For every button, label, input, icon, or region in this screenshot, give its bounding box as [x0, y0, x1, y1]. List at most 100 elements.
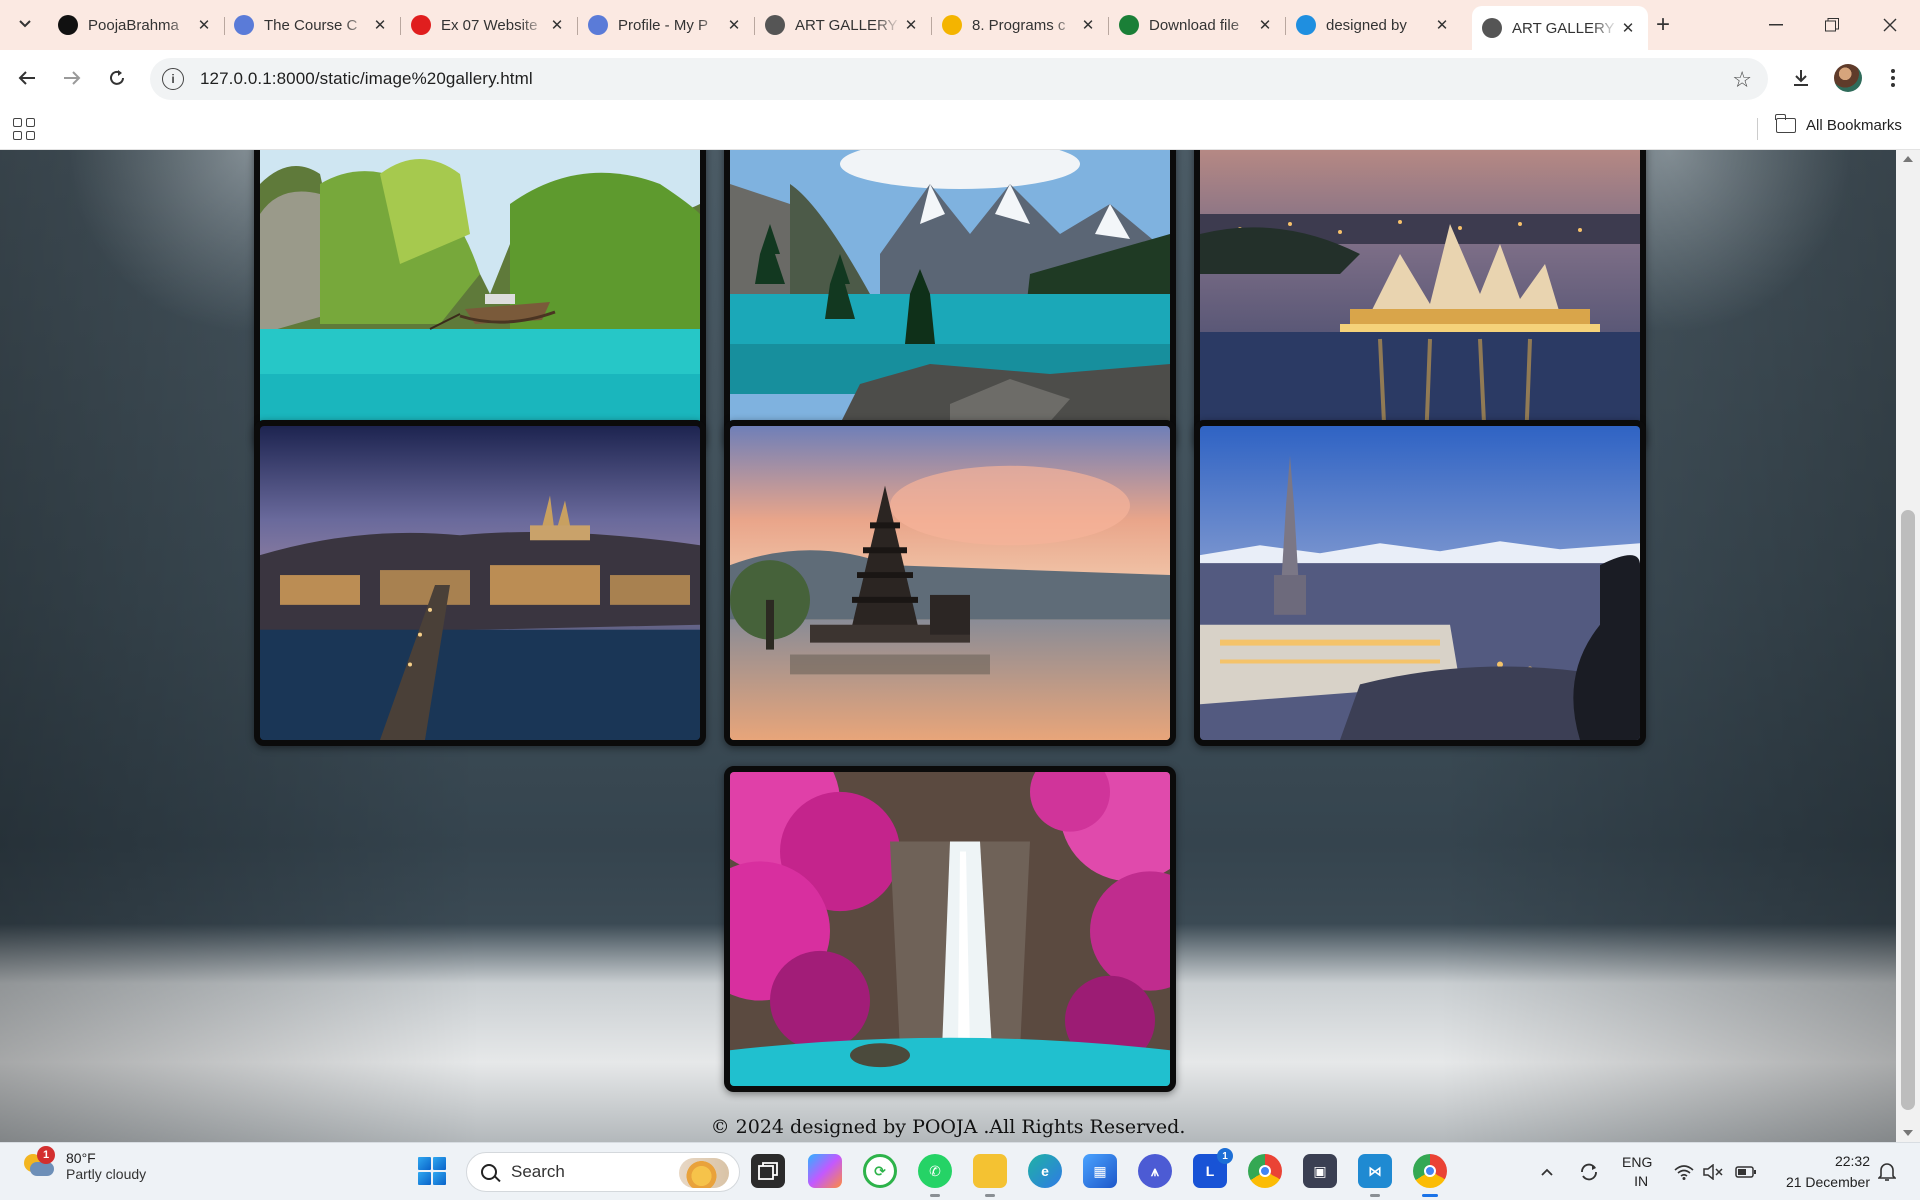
lawnchair-icon[interactable]: L1 — [1193, 1148, 1233, 1188]
gallery-image-erawan-waterfall-pink-trees[interactable] — [724, 766, 1176, 1092]
tab-title: Ex 07 Website — [441, 16, 538, 34]
scrollbar-thumb[interactable] — [1901, 510, 1915, 1110]
close-window-button[interactable] — [1862, 0, 1918, 50]
tab-5[interactable]: ART GALLERY ✕ — [755, 8, 932, 42]
vscode-icon[interactable]: ⋈ — [1358, 1154, 1392, 1197]
sync-icon[interactable] — [1578, 1143, 1600, 1200]
search-icon — [481, 1164, 497, 1180]
back-button[interactable] — [10, 61, 44, 95]
bookmarks-bar: All Bookmarks — [0, 108, 1920, 150]
task-view-icon[interactable] — [751, 1154, 785, 1188]
tab-7[interactable]: Download file ✕ — [1109, 8, 1286, 42]
forward-button[interactable] — [55, 61, 89, 95]
windows-start-button[interactable] — [418, 1157, 446, 1185]
all-bookmarks-label: All Bookmarks — [1806, 117, 1902, 134]
tab-close-icon[interactable]: ✕ — [1432, 15, 1452, 35]
copilot-icon[interactable] — [808, 1154, 842, 1188]
tab-3[interactable]: Ex 07 Website ✕ — [401, 8, 578, 42]
app-icon[interactable]: ▣ — [1303, 1154, 1337, 1188]
clock-time: 22:32 — [1834, 1153, 1870, 1169]
show-hidden-icons[interactable] — [1540, 1143, 1554, 1200]
tab-9[interactable]: ART GALLERY ✕ — [1472, 6, 1648, 50]
browser-toolbar: i 127.0.0.1:8000/static/image%20gallery.… — [0, 50, 1920, 108]
tab-title: ART GALLERY — [795, 16, 898, 34]
profile-avatar[interactable] — [1834, 64, 1862, 92]
microsoft-store-icon[interactable]: ▦ — [1083, 1154, 1117, 1188]
taskbar-search-label: Search — [511, 1162, 565, 1181]
apps-grid-icon[interactable] — [13, 118, 35, 140]
system-clock[interactable]: 22:32 21 December — [1770, 1151, 1870, 1193]
tab-8[interactable]: designed by ✕ — [1286, 8, 1462, 42]
wifi-icon[interactable] — [1674, 1143, 1694, 1200]
tab-title: designed by — [1326, 16, 1407, 34]
github-icon — [58, 15, 78, 35]
tab-close-icon[interactable]: ✕ — [724, 15, 744, 35]
weather-widget[interactable]: 1 80°F Partly cloudy — [22, 1146, 146, 1182]
slides-icon — [942, 15, 962, 35]
downloads-button[interactable] — [1784, 61, 1818, 95]
arc-icon[interactable]: ⩚ — [1138, 1154, 1172, 1188]
battery-icon[interactable] — [1735, 1143, 1757, 1200]
tab-close-icon[interactable]: ✕ — [901, 15, 921, 35]
tab-title: ART GALLERY — [1512, 19, 1615, 37]
gallery-image-prague-charles-bridge-dusk[interactable] — [254, 420, 706, 746]
scroll-down-icon[interactable] — [1903, 1130, 1913, 1136]
lawnchair-badge: 1 — [1217, 1148, 1233, 1164]
edge-icon — [1296, 15, 1316, 35]
page-footer: © 2024 designed by POOJA .All Rights Res… — [710, 1116, 1186, 1138]
tab-close-icon[interactable]: ✕ — [1618, 18, 1638, 38]
reload-button[interactable] — [100, 61, 134, 95]
tab-close-icon[interactable]: ✕ — [1255, 15, 1275, 35]
whatsapp-icon[interactable]: ✆ — [918, 1154, 952, 1197]
file-explorer-icon[interactable] — [973, 1154, 1007, 1197]
tab-close-icon[interactable]: ✕ — [1078, 15, 1098, 35]
tab-title: PoojaBrahma — [88, 16, 179, 34]
address-bar[interactable]: i 127.0.0.1:8000/static/image%20gallery.… — [150, 58, 1768, 100]
skillrack-icon — [234, 15, 254, 35]
gallery-image-sydney-opera-house-night[interactable] — [1194, 150, 1646, 450]
tab-6[interactable]: 8. Programs c ✕ — [932, 8, 1109, 42]
url-text[interactable]: 127.0.0.1:8000/static/image%20gallery.ht… — [200, 69, 533, 89]
page-viewport: © 2024 designed by POOJA .All Rights Res… — [0, 150, 1920, 1142]
gallery-image-turin-mole-antonelliana-dusk[interactable] — [1194, 420, 1646, 746]
tab-close-icon[interactable]: ✕ — [370, 15, 390, 35]
skillrack-icon — [588, 15, 608, 35]
gallery-image-bali-ulun-danu-temple-sunset[interactable] — [724, 420, 1176, 746]
weather-temperature: 80°F — [66, 1150, 96, 1166]
taskbar-search[interactable]: Search — [466, 1152, 740, 1192]
gallery-image-phi-phi-island-lagoon[interactable] — [254, 150, 706, 450]
edge-icon[interactable]: e — [1028, 1154, 1062, 1188]
gallery-image-moraine-lake-mountains[interactable] — [724, 150, 1176, 450]
page-scrollbar[interactable] — [1896, 150, 1920, 1142]
download-icon — [1794, 70, 1808, 86]
bookmark-star-icon[interactable]: ☆ — [1732, 67, 1752, 93]
menu-button[interactable] — [1876, 61, 1910, 95]
minimize-button[interactable] — [1748, 0, 1804, 50]
tab-strip: PoojaBrahma ✕ The Course C ✕ Ex 07 Website ✕ P… — [0, 0, 1920, 50]
tab-close-icon[interactable]: ✕ — [194, 15, 214, 35]
restore-button[interactable] — [1804, 0, 1860, 50]
w-icon — [1119, 15, 1139, 35]
search-highlight-image — [679, 1158, 729, 1188]
site-info-icon[interactable]: i — [162, 68, 184, 90]
language-indicator[interactable]: ENG IN — [1622, 1143, 1652, 1200]
chrome-profile-icon[interactable] — [1413, 1154, 1447, 1197]
new-tab-button[interactable]: + — [1649, 11, 1677, 39]
chrome-icon[interactable] — [1248, 1154, 1282, 1188]
all-bookmarks-button[interactable]: All Bookmarks — [1775, 114, 1902, 134]
minimize-icon — [1769, 24, 1783, 26]
tab-2[interactable]: The Course C ✕ — [224, 8, 401, 42]
tab-search-button[interactable] — [12, 11, 38, 37]
tab-1[interactable]: PoojaBrahma ✕ — [48, 8, 225, 42]
scroll-up-icon[interactable] — [1903, 156, 1913, 162]
arrow-right-icon — [64, 71, 81, 85]
windows-taskbar: 1 80°F Partly cloudy Search ⟳ ✆ e ▦ ⩚ L1… — [0, 1142, 1920, 1200]
tab-title: Download file — [1149, 16, 1240, 34]
tab-close-icon[interactable]: ✕ — [547, 15, 567, 35]
speaker-muted-icon[interactable] — [1703, 1143, 1723, 1200]
refresh-app-icon[interactable]: ⟳ — [863, 1154, 897, 1188]
folder-icon — [1775, 114, 1796, 133]
chevron-up-icon — [1541, 1168, 1553, 1176]
tab-4[interactable]: Profile - My P ✕ — [578, 8, 755, 42]
notifications-icon[interactable] — [1878, 1143, 1896, 1200]
